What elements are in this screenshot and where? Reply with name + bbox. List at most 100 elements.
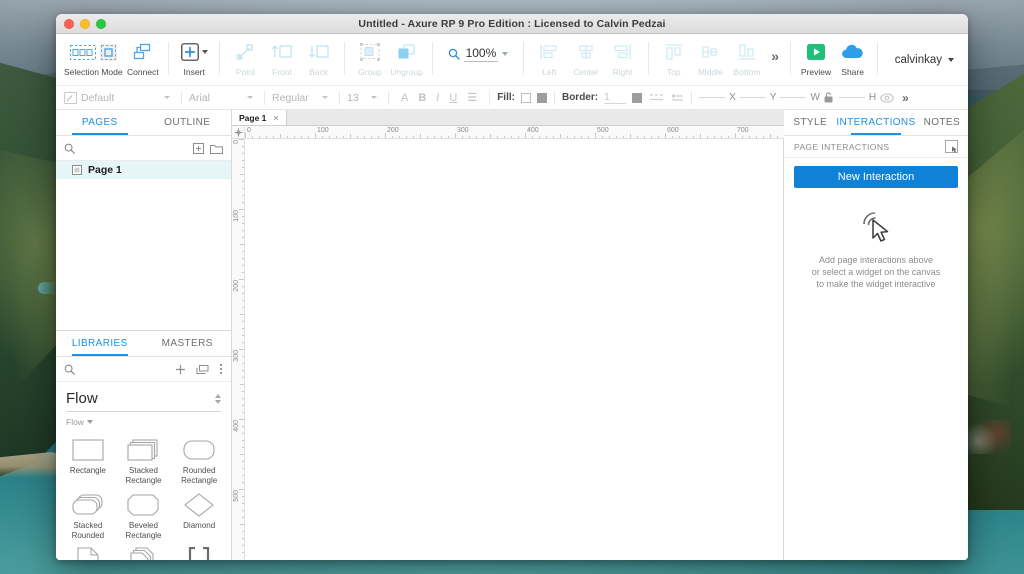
library-widget-diamond[interactable]: Diamond (171, 486, 227, 541)
ruler-minor-tick (241, 391, 244, 392)
library-options-button[interactable] (219, 363, 223, 375)
tab-libraries[interactable]: LIBRARIES (56, 331, 144, 356)
arrow-style-button[interactable] (671, 93, 684, 103)
fill-color-swatch[interactable] (520, 92, 531, 103)
align-bottom-button[interactable]: Bottom (729, 34, 766, 85)
y-position-input[interactable] (739, 97, 766, 98)
libraries-search-icon[interactable] (64, 364, 75, 375)
ruler-minor-tick (343, 135, 344, 138)
group-button[interactable]: Group (352, 34, 389, 85)
font-weight-selector[interactable]: Regular (272, 90, 332, 106)
vertical-ruler[interactable]: 0 100 200 300 400 500 (232, 139, 245, 560)
library-widget-rounded-rectangle[interactable]: Rounded Rectangle (171, 431, 227, 486)
italic-button[interactable]: I (431, 92, 444, 104)
ruler-minor-tick (672, 135, 673, 138)
font-family-selector[interactable]: Arial (189, 90, 257, 106)
connect-icon (132, 40, 154, 64)
pages-tree: Page 1 (56, 161, 231, 330)
width-input[interactable] (780, 97, 807, 98)
ruler-origin-button[interactable] (232, 126, 245, 139)
new-interaction-button[interactable]: New Interaction (794, 166, 958, 188)
point-button[interactable]: Point (227, 34, 264, 85)
list-button[interactable]: ☰ (462, 91, 482, 104)
border-width-input[interactable]: 1 (604, 92, 627, 104)
ruler-minor-tick (399, 135, 400, 138)
bring-to-front-button[interactable]: Front (264, 34, 301, 85)
format-divider-5 (489, 90, 491, 105)
line-style-button[interactable] (650, 93, 664, 103)
bold-button[interactable]: B (413, 92, 431, 104)
library-widget-stacked-file[interactable] (116, 541, 172, 560)
font-size-selector[interactable]: 13 (347, 90, 381, 106)
pages-search-icon[interactable] (64, 143, 75, 154)
x-position-input[interactable] (699, 97, 726, 98)
align-top-button[interactable]: Top (655, 34, 692, 85)
tab-outline[interactable]: OUTLINE (144, 110, 232, 135)
diamond-shape-icon (184, 492, 215, 518)
library-selector[interactable]: Flow (66, 390, 221, 412)
align-right-button[interactable]: Right (604, 34, 641, 85)
align-middle-button[interactable]: Middle (692, 34, 729, 85)
align-center-button[interactable]: Center (568, 34, 605, 85)
ruler-minor-tick (763, 135, 764, 138)
canvas-tab-page-1[interactable]: Page 1 × (232, 110, 287, 125)
visibility-eye-icon[interactable] (880, 92, 894, 103)
library-group-header[interactable]: Flow (56, 412, 231, 429)
tab-interactions[interactable]: INTERACTIONS (836, 110, 915, 135)
ruler-minor-tick (476, 135, 477, 138)
ungroup-button[interactable]: Ungroup (388, 34, 425, 85)
library-widget-rectangle[interactable]: Rectangle (60, 431, 116, 486)
minimize-window-button[interactable] (80, 18, 90, 29)
add-folder-button[interactable] (210, 143, 223, 154)
account-menu[interactable]: calvinkay (885, 54, 968, 66)
fill-opacity-button[interactable] (536, 92, 547, 103)
add-library-button[interactable] (175, 364, 186, 375)
close-window-button[interactable] (64, 18, 74, 29)
preview-button[interactable]: Preview (798, 34, 835, 85)
tab-masters[interactable]: MASTERS (144, 331, 232, 356)
lock-aspect-ratio-icon[interactable] (824, 92, 833, 103)
selection-mode-button[interactable]: Selection Mode (62, 34, 125, 85)
text-color-button[interactable]: A (396, 92, 413, 104)
insert-dropdown-caret[interactable] (201, 50, 208, 54)
ruler-minor-tick (623, 135, 624, 138)
zoom-dropdown-caret[interactable] (502, 52, 509, 56)
library-spinner-icon[interactable] (215, 393, 221, 404)
ruler-minor-tick (448, 135, 449, 138)
toolbar-overflow-button[interactable]: » (765, 48, 783, 64)
height-input[interactable] (838, 97, 865, 98)
library-widget-file[interactable] (60, 541, 116, 560)
maximize-window-button[interactable] (96, 18, 106, 29)
insert-button[interactable]: Insert (176, 34, 213, 85)
library-widget-stacked-rectangle[interactable]: Stacked Rectangle (116, 431, 172, 486)
underline-button[interactable]: U (444, 92, 462, 104)
tab-notes[interactable]: NOTES (916, 110, 968, 135)
format-overflow-button[interactable]: » (902, 91, 909, 105)
library-stack-icon[interactable] (196, 364, 209, 375)
share-label: Share (841, 67, 864, 77)
ruler-minor-tick (241, 146, 244, 147)
library-widget-beveled-rectangle[interactable]: Beveled Rectangle (116, 486, 172, 541)
share-button[interactable]: Share (834, 34, 871, 85)
horizontal-ruler[interactable]: 0 100 200 300 400 500 600 700 (245, 126, 784, 139)
page-tree-item[interactable]: Page 1 (56, 161, 231, 179)
library-widget-brackets[interactable] (171, 541, 227, 560)
zoom-control[interactable]: 100% (440, 46, 517, 62)
tab-style[interactable]: STYLE (784, 110, 836, 135)
ruler-minor-tick (240, 454, 244, 455)
close-tab-icon[interactable]: × (273, 113, 278, 123)
canvas-vertical-scrollbar[interactable] (774, 139, 783, 560)
ruler-minor-tick (240, 384, 244, 385)
select-widget-icon[interactable] (945, 140, 958, 153)
style-selector[interactable]: Default (64, 86, 174, 109)
add-page-button[interactable] (193, 142, 204, 154)
connect-button[interactable]: Connect (125, 34, 162, 85)
toolbar-divider-1 (168, 42, 169, 75)
border-color-swatch[interactable] (632, 92, 643, 103)
align-left-button[interactable]: Left (531, 34, 568, 85)
tab-pages[interactable]: PAGES (56, 110, 144, 135)
design-canvas[interactable] (245, 139, 784, 560)
library-widget-stacked-rounded[interactable]: Stacked Rounded (60, 486, 116, 541)
contained-select-icon[interactable] (99, 43, 117, 61)
send-to-back-button[interactable]: Back (300, 34, 337, 85)
